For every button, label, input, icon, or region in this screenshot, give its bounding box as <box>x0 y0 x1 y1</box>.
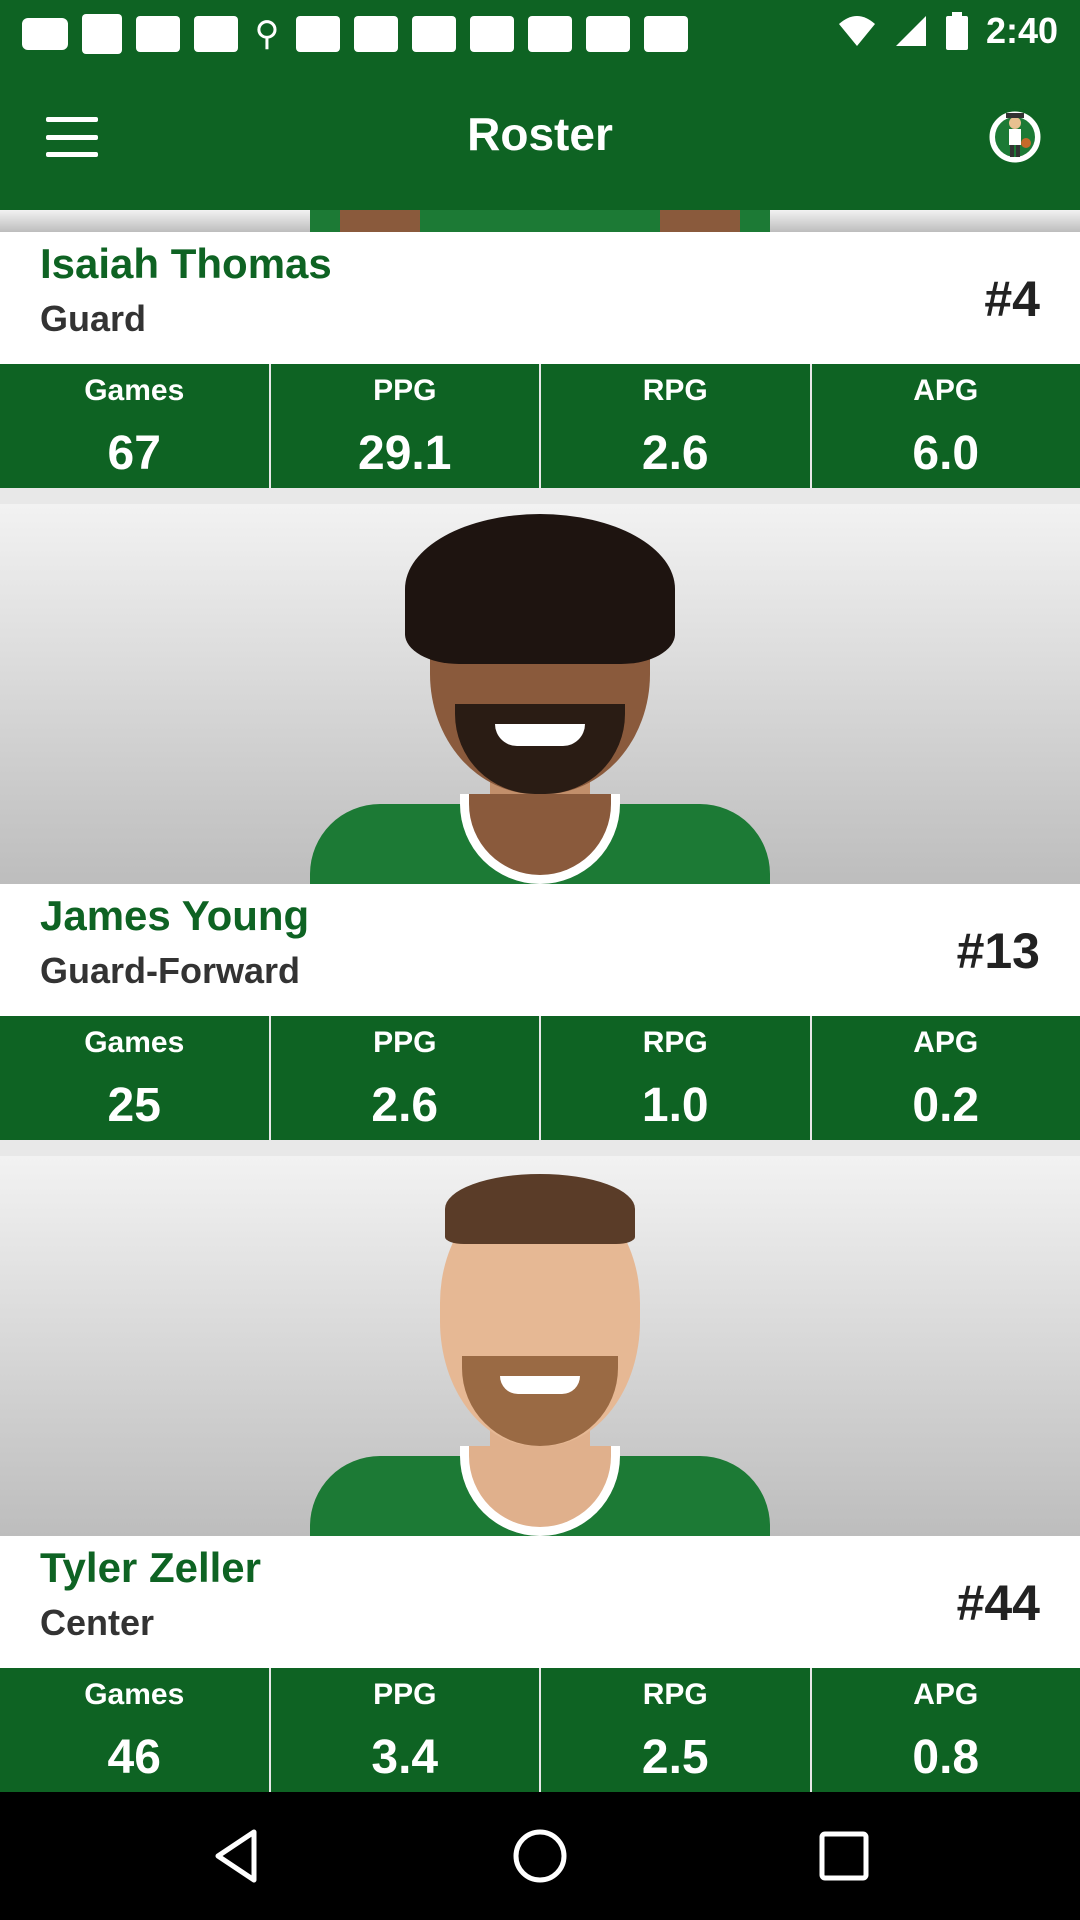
battery-icon <box>945 12 968 50</box>
player-info[interactable]: Isaiah Thomas Guard #4 <box>0 232 1080 364</box>
player-position: Guard-Forward <box>40 950 301 991</box>
stat-apg: APG 0.8 <box>812 1668 1080 1792</box>
notification-icons: ⚲ <box>22 14 688 54</box>
stat-value: 2.6 <box>641 427 709 480</box>
stat-value: 29.1 <box>358 427 452 480</box>
stat-label: APG <box>913 1026 979 1059</box>
stat-value: 1.0 <box>641 1079 709 1132</box>
clock: 2:40 <box>985 10 1058 51</box>
player-photo <box>0 1156 1080 1536</box>
stat-label: APG <box>913 1678 979 1711</box>
player-number: #13 <box>956 923 1040 979</box>
stat-label: APG <box>913 374 979 407</box>
player-info[interactable]: James Young Guard-Forward #13 <box>0 884 1080 1016</box>
stat-label: RPG <box>642 1026 708 1059</box>
player-photo <box>0 210 1080 232</box>
player-position: Guard <box>40 298 147 339</box>
stat-ppg: PPG 29.1 <box>271 364 541 488</box>
notification-icon <box>644 16 688 52</box>
notification-icon <box>354 16 398 52</box>
notification-icon <box>296 16 340 52</box>
stat-value: 2.6 <box>371 1079 439 1132</box>
stat-value: 6.0 <box>912 427 980 480</box>
stat-value: 25 <box>107 1079 161 1132</box>
signal-icon <box>895 16 926 46</box>
recents-square-icon[interactable] <box>814 1826 874 1886</box>
stat-value: 3.4 <box>371 1731 439 1784</box>
page-title: Roster <box>467 108 613 160</box>
player-photo <box>0 504 1080 884</box>
message-icon <box>22 18 68 50</box>
stat-value: 67 <box>107 427 161 480</box>
stat-rpg: RPG 2.6 <box>541 364 812 488</box>
player-number: #44 <box>956 1575 1040 1631</box>
stat-label: PPG <box>373 1678 437 1711</box>
home-circle-icon[interactable] <box>510 1826 570 1886</box>
navigation-bar <box>0 1792 1080 1920</box>
notification-icon <box>194 16 238 52</box>
roster-list[interactable]: Isaiah Thomas Guard #4 Games 67 PPG 29.1 R… <box>0 210 1080 1792</box>
stat-ppg: PPG 3.4 <box>271 1668 541 1792</box>
player-position: Center <box>40 1602 155 1643</box>
notification-icon <box>586 16 630 52</box>
notification-icon <box>136 16 180 52</box>
stat-rpg: RPG 2.5 <box>541 1668 812 1792</box>
stat-games: Games 67 <box>0 364 271 488</box>
player-stats: Games 67 PPG 29.1 RPG 2.6 APG 6.0 <box>0 364 1080 488</box>
player-stats: Games 46 PPG 3.4 RPG 2.5 APG 0.8 <box>0 1668 1080 1792</box>
player-name: Isaiah Thomas <box>40 240 332 287</box>
stat-apg: APG 6.0 <box>812 364 1080 488</box>
player-name: James Young <box>40 892 310 939</box>
stat-label: RPG <box>642 374 708 407</box>
player-stats: Games 25 PPG 2.6 RPG 1.0 APG 0.2 <box>0 1016 1080 1140</box>
notification-icon <box>528 16 572 52</box>
player-name: Tyler Zeller <box>40 1544 261 1591</box>
stat-label: PPG <box>373 374 437 407</box>
stat-value: 2.5 <box>641 1731 709 1784</box>
celtics-logo-icon <box>986 108 1044 166</box>
stat-rpg: RPG 1.0 <box>541 1016 812 1140</box>
stat-label: Games <box>84 374 185 407</box>
stat-label: PPG <box>373 1026 437 1059</box>
player-number: #4 <box>984 271 1040 327</box>
app-bar: Roster <box>0 63 1080 210</box>
notification-icon <box>470 16 514 52</box>
stat-label: RPG <box>642 1678 708 1711</box>
stat-label: Games <box>84 1026 185 1059</box>
back-triangle-icon[interactable] <box>206 1826 266 1886</box>
stat-value: 0.8 <box>912 1731 980 1784</box>
stat-apg: APG 0.2 <box>812 1016 1080 1140</box>
stat-games: Games 46 <box>0 1668 271 1792</box>
stat-value: 46 <box>107 1731 161 1784</box>
stat-value: 0.2 <box>912 1079 980 1132</box>
notification-icon <box>412 16 456 52</box>
stat-games: Games 25 <box>0 1016 271 1140</box>
wifi-icon <box>838 16 875 46</box>
status-bar: ⚲ 2:40 <box>0 0 1080 63</box>
stat-label: Games <box>84 1678 185 1711</box>
microscope-icon: ⚲ <box>254 15 280 53</box>
stat-ppg: PPG 2.6 <box>271 1016 541 1140</box>
player-info[interactable]: Tyler Zeller Center #44 <box>0 1536 1080 1668</box>
facebook-icon <box>82 14 122 54</box>
system-status: 2:40 <box>838 10 1058 52</box>
